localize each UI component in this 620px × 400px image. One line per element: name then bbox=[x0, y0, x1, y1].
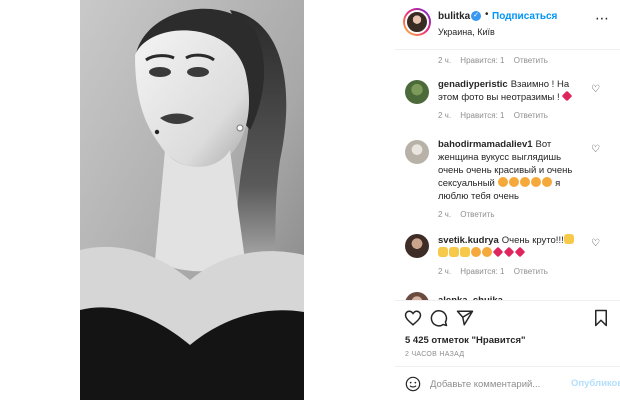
comment-text: bahodirmamadaliev1 Вот женщина вукусс выг… bbox=[438, 138, 583, 203]
header-separator: • bbox=[485, 9, 489, 20]
caption-time: 2 ч. bbox=[438, 56, 452, 65]
author-username[interactable]: bulitka bbox=[438, 11, 470, 22]
comment-bubble-icon[interactable] bbox=[430, 309, 448, 327]
comment-time: 2 ч. bbox=[438, 267, 452, 276]
instagram-post: bulitka ✓ • Подписаться Украина, Київ ⋯ … bbox=[0, 0, 620, 400]
verified-badge-icon: ✓ bbox=[471, 11, 481, 21]
clap-emoji-icon bbox=[460, 247, 470, 257]
emoji-smile-icon[interactable] bbox=[405, 376, 421, 392]
caption-likes[interactable]: Нравится: 1 bbox=[460, 56, 504, 65]
comment-meta: 2 ч. Ответить bbox=[438, 210, 502, 219]
red-heart-emoji-icon bbox=[514, 246, 526, 258]
author-avatar[interactable] bbox=[405, 10, 429, 34]
share-send-icon[interactable] bbox=[456, 309, 474, 327]
clap-emoji-icon bbox=[563, 234, 574, 244]
comment-time: 2 ч. bbox=[438, 210, 452, 219]
fire-emoji-icon bbox=[471, 247, 481, 257]
likes-count[interactable]: 5 425 отметок "Нравится" bbox=[405, 335, 526, 346]
commenter-avatar[interactable] bbox=[405, 80, 429, 104]
post-location[interactable]: Украина, Київ bbox=[438, 27, 495, 37]
save-bookmark-icon[interactable] bbox=[592, 309, 610, 327]
comment-content: Очень круто!!! bbox=[501, 235, 564, 246]
comment-meta: 2 ч. Нравится: 1 Ответить bbox=[438, 267, 555, 276]
heart-eyes-emoji-icon bbox=[530, 177, 541, 187]
comment-text: genadiyperistic Взаимно ! На этом фото вы… bbox=[438, 78, 583, 104]
post-timestamp: 2 часов назад bbox=[405, 351, 465, 358]
clap-emoji-icon bbox=[438, 247, 448, 257]
author-avatar-story-ring[interactable] bbox=[403, 8, 431, 36]
commenter-username[interactable]: bahodirmamadaliev1 bbox=[438, 139, 533, 150]
comment-reply-button[interactable]: Ответить bbox=[514, 267, 548, 276]
post-actions: 5 425 отметок "Нравится" 2 часов назад О… bbox=[395, 300, 620, 400]
heart-eyes-emoji-icon bbox=[508, 177, 519, 187]
post-sidebar: bulitka ✓ • Подписаться Украина, Київ ⋯ … bbox=[395, 0, 620, 400]
heart-eyes-emoji-icon bbox=[541, 177, 552, 187]
comment-time: 2 ч. bbox=[438, 111, 452, 120]
comment-likes[interactable]: Нравится: 1 bbox=[460, 111, 504, 120]
clap-emoji-icon bbox=[449, 247, 459, 257]
heart-eyes-emoji-icon bbox=[519, 177, 530, 187]
caption-reply-button[interactable]: Ответить bbox=[514, 56, 548, 65]
commenter-avatar[interactable] bbox=[405, 234, 429, 258]
comment-reply-button[interactable]: Ответить bbox=[460, 210, 494, 219]
more-horizontal-icon[interactable]: ⋯ bbox=[595, 10, 609, 27]
post-photo[interactable] bbox=[80, 0, 304, 400]
heart-eyes-emoji-icon bbox=[497, 177, 508, 187]
comment-reply-button[interactable]: Ответить bbox=[514, 111, 548, 120]
comment-like-heart-icon[interactable]: ♡ bbox=[591, 84, 600, 95]
red-heart-emoji-icon bbox=[503, 246, 515, 258]
fire-emoji-icon bbox=[482, 247, 492, 257]
comment-text: svetik.kudrya Очень круто!!! bbox=[438, 234, 583, 260]
comment-like-heart-icon[interactable]: ♡ bbox=[591, 238, 600, 249]
comment-input[interactable] bbox=[430, 376, 570, 392]
red-heart-emoji-icon bbox=[561, 90, 573, 102]
comment-like-heart-icon[interactable]: ♡ bbox=[591, 144, 600, 155]
publish-button[interactable]: Опубликовать bbox=[571, 378, 620, 389]
add-comment-bar: Опубликовать bbox=[395, 366, 620, 400]
comment-meta: 2 ч. Нравится: 1 Ответить bbox=[438, 111, 555, 120]
commenter-username[interactable]: genadiyperistic bbox=[438, 79, 508, 90]
portrait-image bbox=[80, 0, 304, 400]
comments-list[interactable]: 2 ч. Нравится: 1 Ответить genadiyperisti… bbox=[395, 50, 620, 300]
likes-label: отметок "Нравится" bbox=[431, 335, 526, 346]
caption-meta: 2 ч. Нравится: 1 Ответить bbox=[438, 56, 555, 65]
comment-likes[interactable]: Нравится: 1 bbox=[460, 267, 504, 276]
commenter-avatar[interactable] bbox=[405, 292, 429, 300]
red-heart-emoji-icon bbox=[492, 246, 504, 258]
commenter-avatar[interactable] bbox=[405, 140, 429, 164]
post-header: bulitka ✓ • Подписаться Украина, Київ ⋯ bbox=[395, 0, 620, 50]
like-heart-icon[interactable] bbox=[404, 309, 422, 327]
follow-button[interactable]: Подписаться bbox=[492, 11, 557, 22]
commenter-username[interactable]: svetik.kudrya bbox=[438, 235, 499, 246]
likes-number: 5 425 bbox=[405, 335, 429, 346]
